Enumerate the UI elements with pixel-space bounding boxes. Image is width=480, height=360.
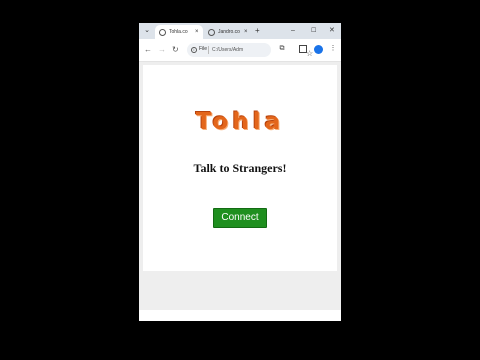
tab-title: Tohla.co <box>169 29 188 35</box>
browser-toolbar: ← → ↻ i File C:/Users/Adm ☆ ⧉ ⋮ <box>139 39 341 62</box>
new-tab-button[interactable]: + <box>255 26 260 36</box>
landing-card: Tohla Talk to Strangers! Connect <box>143 65 337 271</box>
tab-tohla[interactable]: Tohla.co × <box>155 25 203 39</box>
maximize-button[interactable]: ☐ <box>311 26 316 36</box>
browser-window: ⌄ Tohla.co × Jandro.co × + – ☐ ✕ ← → ↻ i… <box>139 23 341 321</box>
profile-avatar-icon[interactable] <box>314 45 323 54</box>
globe-icon <box>208 28 215 36</box>
page-tagline: Talk to Strangers! <box>193 161 287 175</box>
video-pillarbox-left <box>0 0 139 360</box>
omnibox-divider <box>208 46 209 54</box>
tab-close-icon[interactable]: × <box>195 29 199 35</box>
forward-button[interactable]: → <box>158 44 166 56</box>
video-pillarbox-right <box>341 0 480 360</box>
site-logo: Tohla <box>195 109 285 135</box>
tab-search-icon[interactable]: ⌄ <box>142 26 152 36</box>
tab-close-icon[interactable]: × <box>244 29 248 35</box>
extensions-icon[interactable]: ⧉ <box>278 45 286 53</box>
address-bar[interactable]: i File C:/Users/Adm ☆ <box>187 43 313 58</box>
tab-title: Jandro.co <box>218 29 240 35</box>
menu-icon[interactable]: ⋮ <box>329 45 337 53</box>
page-viewport: Tohla Talk to Strangers! Connect <box>139 62 341 321</box>
close-window-button[interactable]: ✕ <box>329 26 335 36</box>
connect-button[interactable]: Connect <box>213 208 267 228</box>
url-scheme: File <box>199 46 208 52</box>
tab-strip: ⌄ Tohla.co × Jandro.co × + – ☐ ✕ <box>139 23 341 39</box>
side-panel-icon[interactable] <box>299 45 307 53</box>
tab-second[interactable]: Jandro.co × <box>204 25 251 39</box>
globe-icon <box>159 28 166 36</box>
page-footer-strip <box>139 310 341 321</box>
back-button[interactable]: ← <box>144 44 152 56</box>
minimize-button[interactable]: – <box>291 26 295 36</box>
reload-button[interactable]: ↻ <box>172 44 179 56</box>
info-icon[interactable]: i <box>191 46 197 53</box>
url-text[interactable]: C:/Users/Adm <box>212 47 256 53</box>
bookmark-star-icon[interactable]: ☆ <box>306 50 313 58</box>
